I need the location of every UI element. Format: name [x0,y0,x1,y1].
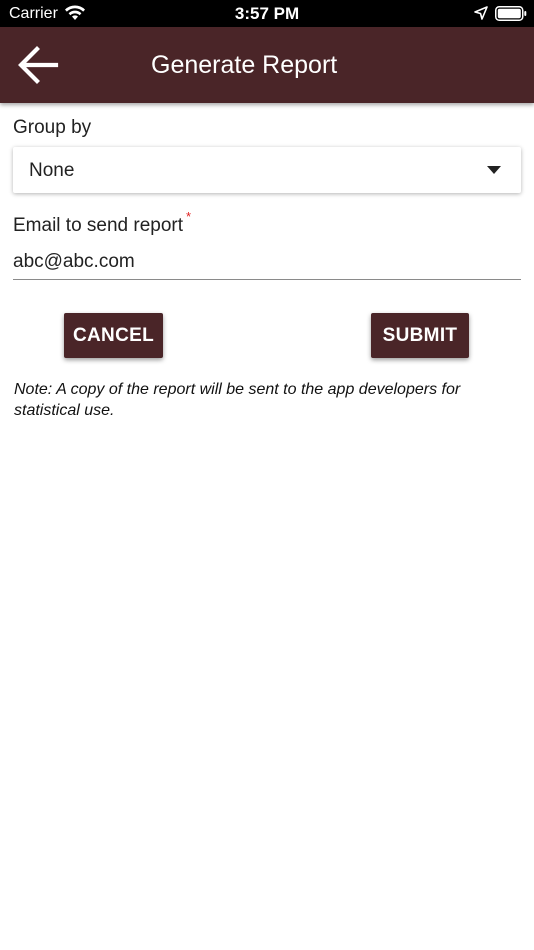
status-bar: Carrier 3:57 PM [0,0,534,27]
email-label: Email to send report * [13,209,191,238]
location-arrow-icon [474,6,488,20]
note-text: Note: A copy of the report will be sent … [14,381,461,419]
email-label-text: Email to send report [13,215,184,236]
group-by-label: Group by [13,117,92,138]
group-by-selected-value: None [29,160,75,181]
back-button[interactable] [14,43,62,87]
page-title: Generate Report [151,51,338,79]
battery-icon [495,6,527,21]
dropdown-triangle-icon [487,166,501,174]
submit-button[interactable]: SUBMIT [371,313,469,358]
required-asterisk: * [186,209,192,224]
group-by-select[interactable]: None [13,147,521,193]
app-bar: Generate Report [0,27,534,103]
cancel-button[interactable]: CANCEL [64,313,163,358]
status-time: 3:57 PM [234,4,300,23]
arrow-left-icon [18,46,59,84]
email-field[interactable] [13,245,521,280]
